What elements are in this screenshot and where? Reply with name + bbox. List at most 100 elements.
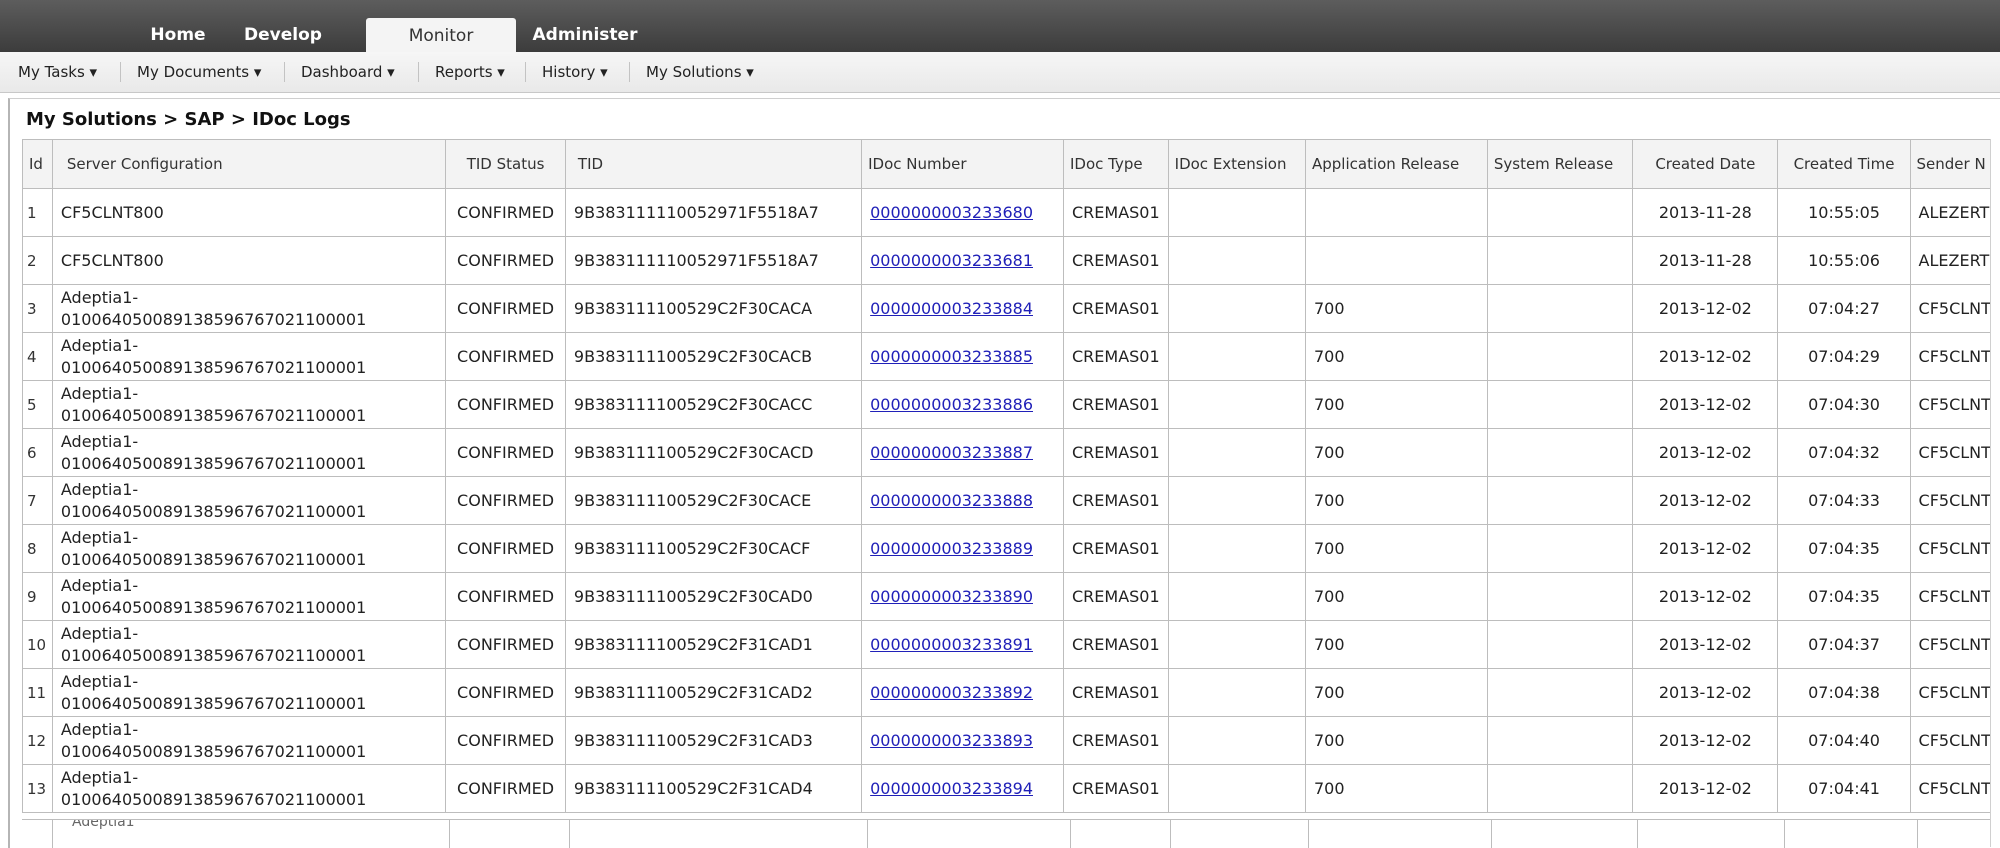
- vertical-scrollbar[interactable]: [1990, 139, 2000, 847]
- col-header-idoc-number[interactable]: IDoc Number: [861, 139, 1064, 189]
- idoc-number-link[interactable]: 0000000003233893: [870, 731, 1033, 750]
- table-row[interactable]: 7 Adeptia1- 010064050089138596767021100001…: [22, 476, 2000, 525]
- cell-tid-status: CONFIRMED: [445, 572, 566, 621]
- idoc-number-link[interactable]: 0000000003233894: [870, 779, 1033, 798]
- cell-created-date: 2013-12-02: [1632, 620, 1779, 669]
- col-header-sender[interactable]: Sender N: [1909, 139, 2000, 189]
- cell-idoc-number: 0000000003233884: [861, 284, 1064, 333]
- table-row[interactable]: 4 Adeptia1- 010064050089138596767021100001…: [22, 332, 2000, 381]
- table-row[interactable]: 9 Adeptia1- 010064050089138596767021100001…: [22, 572, 2000, 621]
- idoc-number-link[interactable]: 0000000003233892: [870, 683, 1033, 702]
- idoc-number-link[interactable]: 0000000003233888: [870, 491, 1033, 510]
- table-row[interactable]: 13 Adeptia1- 01006405008913859676702110000…: [22, 764, 2000, 813]
- cell-application-release: 700: [1305, 668, 1488, 717]
- cell-tid-status: CONFIRMED: [445, 236, 566, 285]
- tab-home[interactable]: Home: [118, 16, 238, 52]
- col-header-server-configuration[interactable]: Server Configuration: [51, 139, 447, 189]
- cell-application-release: 700: [1305, 716, 1488, 765]
- menu-my-tasks[interactable]: My Tasks ▾: [18, 52, 97, 92]
- cell-created-date: 2013-12-02: [1632, 764, 1779, 813]
- cell-idoc-number: 0000000003233888: [861, 476, 1064, 525]
- table-row[interactable]: 6 Adeptia1- 010064050089138596767021100001…: [22, 428, 2000, 477]
- cell-created-time: 07:04:32: [1777, 428, 1911, 477]
- table-row[interactable]: 12 Adeptia1- 01006405008913859676702110000…: [22, 716, 2000, 765]
- col-header-id[interactable]: Id: [22, 139, 53, 189]
- server-configuration-line1: Adeptia1-: [60, 671, 139, 691]
- idoc-number-link[interactable]: 0000000003233885: [870, 347, 1033, 366]
- cell-idoc-type: CREMAS01: [1062, 332, 1169, 381]
- table-row[interactable]: 8 Adeptia1- 010064050089138596767021100001…: [22, 524, 2000, 573]
- cell-tid: 9B383111100529C2F30CACC: [564, 380, 863, 429]
- cell-sender: CF5CLNT: [1909, 332, 2000, 381]
- server-configuration-line1: CF5CLNT800: [60, 202, 164, 222]
- server-configuration-line2: 010064050089138596767021100001: [60, 645, 367, 665]
- cell-sender: CF5CLNT: [1909, 524, 2000, 573]
- col-header-system-release[interactable]: System Release: [1486, 139, 1634, 189]
- menu-reports[interactable]: Reports ▾: [435, 52, 505, 92]
- table-row[interactable]: 5 Adeptia1- 010064050089138596767021100001…: [22, 380, 2000, 429]
- cell-system-release: [1486, 476, 1634, 525]
- cell-created-time: 07:04:35: [1777, 524, 1911, 573]
- col-header-created-time[interactable]: Created Time: [1777, 139, 1911, 189]
- cell-idoc-extension: [1167, 764, 1307, 813]
- col-header-idoc-type[interactable]: IDoc Type: [1062, 139, 1169, 189]
- server-configuration-line1: Adeptia1-: [60, 767, 139, 787]
- cell-sender: ALEZERT: [1909, 188, 2000, 237]
- tab-monitor[interactable]: Monitor: [366, 18, 516, 52]
- cell-tid-status: CONFIRMED: [445, 428, 566, 477]
- cell-idoc-extension: [1167, 524, 1307, 573]
- cell-idoc-number: 0000000003233680: [861, 188, 1064, 237]
- server-configuration-line1: Adeptia1-: [60, 575, 139, 595]
- table-header-row: Id Server Configuration TID Status TID I…: [22, 139, 2000, 189]
- cell-tid: 9B383111100529C2F31CAD1: [564, 620, 863, 669]
- cell-tid: 9B383111100529C2F30CACB: [564, 332, 863, 381]
- table-row[interactable]: 10 Adeptia1- 01006405008913859676702110000…: [22, 620, 2000, 669]
- menu-divider: [629, 62, 630, 82]
- idoc-number-link[interactable]: 0000000003233680: [870, 203, 1033, 222]
- server-configuration-line2: 010064050089138596767021100001: [60, 309, 367, 329]
- cell-idoc-extension: [1167, 476, 1307, 525]
- cell-idoc-number: 0000000003233891: [861, 620, 1064, 669]
- idoc-number-link[interactable]: 0000000003233884: [870, 299, 1033, 318]
- cell-application-release: 700: [1305, 764, 1488, 813]
- menu-my-documents[interactable]: My Documents ▾: [137, 52, 261, 92]
- cell-tid: 9B383111100529C2F31CAD3: [564, 716, 863, 765]
- col-header-application-release[interactable]: Application Release: [1305, 139, 1488, 189]
- menu-history[interactable]: History ▾: [542, 52, 608, 92]
- idoc-number-link[interactable]: 0000000003233889: [870, 539, 1033, 558]
- table-row[interactable]: 2 CF5CLNT800 CONFIRMED 9B383111110052971F55…: [22, 236, 2000, 285]
- cell-id: 11: [22, 668, 53, 717]
- col-header-tid[interactable]: TID: [564, 139, 863, 189]
- cell-tid: 9B383111100529C2F30CACF: [564, 524, 863, 573]
- col-header-idoc-extension[interactable]: IDoc Extension: [1167, 139, 1307, 189]
- col-header-created-date[interactable]: Created Date: [1632, 139, 1779, 189]
- cell-system-release: [1486, 236, 1634, 285]
- table-row[interactable]: 1 CF5CLNT800 CONFIRMED 9B383111110052971F55…: [22, 188, 2000, 237]
- menu-dashboard[interactable]: Dashboard ▾: [301, 52, 395, 92]
- server-configuration-line1: Adeptia1-: [60, 527, 139, 547]
- cell-idoc-type: CREMAS01: [1062, 236, 1169, 285]
- cell-sender: CF5CLNT: [1909, 380, 2000, 429]
- idoc-number-link[interactable]: 0000000003233681: [870, 251, 1033, 270]
- cell-idoc-number: 0000000003233885: [861, 332, 1064, 381]
- cell-server-configuration: Adeptia1- 010064050089138596767021100001: [51, 524, 447, 573]
- idoc-number-link[interactable]: 0000000003233891: [870, 635, 1033, 654]
- col-header-tid-status[interactable]: TID Status: [445, 139, 566, 189]
- cell-created-date: 2013-12-02: [1632, 476, 1779, 525]
- tab-administer[interactable]: Administer: [525, 16, 645, 52]
- cell-tid: 9B383111110052971F5518A7: [564, 236, 863, 285]
- cell-id: 4: [22, 332, 53, 381]
- idoc-number-link[interactable]: 0000000003233890: [870, 587, 1033, 606]
- table-row[interactable]: 3 Adeptia1- 010064050089138596767021100001…: [22, 284, 2000, 333]
- cell-sender: CF5CLNT: [1909, 668, 2000, 717]
- partial-row-text: Adeptia1: [72, 819, 135, 830]
- cell-sender: CF5CLNT: [1909, 764, 2000, 813]
- server-configuration-line1: Adeptia1-: [60, 719, 139, 739]
- cell-application-release: [1305, 188, 1488, 237]
- tab-develop[interactable]: Develop: [228, 16, 338, 52]
- idoc-number-link[interactable]: 0000000003233886: [870, 395, 1033, 414]
- menu-divider: [525, 62, 526, 82]
- menu-my-solutions[interactable]: My Solutions ▾: [646, 52, 754, 92]
- table-row[interactable]: 11 Adeptia1- 01006405008913859676702110000…: [22, 668, 2000, 717]
- idoc-number-link[interactable]: 0000000003233887: [870, 443, 1033, 462]
